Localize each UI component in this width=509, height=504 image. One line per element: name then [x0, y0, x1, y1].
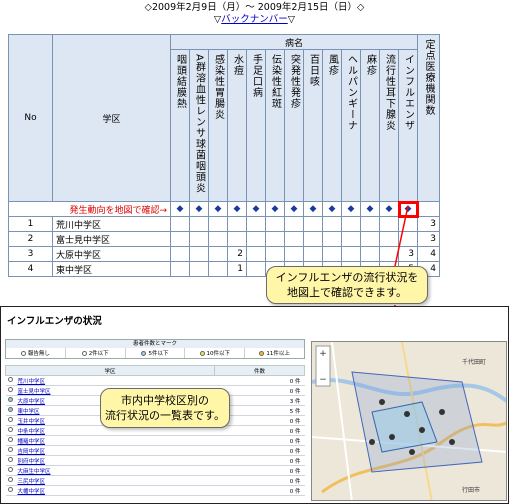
marker-icon [8, 467, 13, 472]
legend-item: 5件以下 [124, 348, 185, 358]
influenza-status-panel: インフルエンザの状況 患者件数とマーク 報告無し 2件以下 5件以下 10件以下 11件… [0, 306, 509, 504]
marker-icon [8, 457, 13, 462]
marker-icon [8, 427, 13, 432]
legend-item: 報告無し [6, 348, 65, 358]
legend-item: 10件以下 [184, 348, 244, 358]
influenza-map[interactable]: + − 千代田町 行田市 [311, 341, 507, 501]
map-callout: インフルエンザの流行状況を 地図上で確認できます。 [266, 266, 428, 304]
list-item: 別府中学区 0 件 [5, 455, 305, 466]
marker-icon [81, 350, 87, 356]
map-label: 行田市 [462, 486, 480, 494]
panel-title: インフルエンザの状況 [7, 316, 102, 327]
case-count: 0 件 [214, 485, 305, 496]
case-count: 0 件 [214, 375, 305, 386]
marker-icon [8, 417, 13, 422]
zoom-out-icon: − [319, 375, 327, 385]
list-header-count: 件数 [214, 365, 305, 376]
marker-icon [8, 387, 13, 392]
marker-icon [8, 477, 13, 482]
case-count: 0 件 [214, 475, 305, 486]
marker-icon [199, 350, 205, 356]
map-label: 千代田町 [462, 358, 486, 366]
legend-title: 患者件数とマーク [6, 340, 304, 348]
legend-item: 2件以下 [64, 348, 125, 358]
district-link[interactable]: 幡羅中学区 [15, 435, 215, 446]
district-link[interactable]: 大幡中学区 [15, 485, 215, 496]
marker-icon [20, 350, 26, 356]
marker-icon [8, 487, 13, 492]
legend-item: 11件以上 [244, 348, 304, 358]
zoom-in-icon: + [319, 349, 327, 359]
legend-row: 報告無し 2件以下 5件以下 10件以下 11件以上 [6, 348, 304, 358]
marker-icon [8, 407, 13, 412]
district-link[interactable]: 大麻生中学区 [15, 465, 215, 476]
marker-icon [259, 350, 265, 356]
list-item: 三尻中学区 0 件 [5, 475, 305, 486]
case-count: 0 件 [214, 435, 305, 446]
list-callout: 市内中学校区別の 流行状況の一覧表です。 [100, 388, 230, 428]
marker-icon [8, 397, 13, 402]
marker-icon [8, 377, 13, 382]
list-item: 荒川中学区 0 件 [5, 375, 305, 386]
legend: 患者件数とマーク 報告無し 2件以下 5件以下 10件以下 11件以上 [5, 339, 305, 359]
case-count: 0 件 [214, 465, 305, 476]
list-item: 大幡中学区 0 件 [5, 485, 305, 496]
map-graphic: + − 千代田町 行田市 [312, 342, 506, 500]
case-count: 0 件 [214, 445, 305, 456]
district-list: 学区 件数 荒川中学区 0 件富士見中学区 0 件大原中学区 3 件東中学区 5 件玉井中学… [5, 365, 305, 496]
district-link[interactable]: 吉岡中学区 [15, 445, 215, 456]
district-link[interactable]: 別府中学区 [15, 455, 215, 466]
marker-icon [8, 447, 13, 452]
marker-icon [8, 437, 13, 442]
district-link[interactable]: 三尻中学区 [15, 475, 215, 486]
list-item: 吉岡中学区 0 件 [5, 445, 305, 456]
list-item: 大麻生中学区 0 件 [5, 465, 305, 476]
list-item: 幡羅中学区 0 件 [5, 435, 305, 446]
marker-icon [141, 350, 147, 356]
list-header-district: 学区 [5, 365, 215, 376]
arrow-to-map-callout [394, 205, 409, 267]
case-count: 0 件 [214, 425, 305, 436]
district-link[interactable]: 荒川中学区 [15, 375, 215, 386]
case-count: 0 件 [214, 455, 305, 466]
